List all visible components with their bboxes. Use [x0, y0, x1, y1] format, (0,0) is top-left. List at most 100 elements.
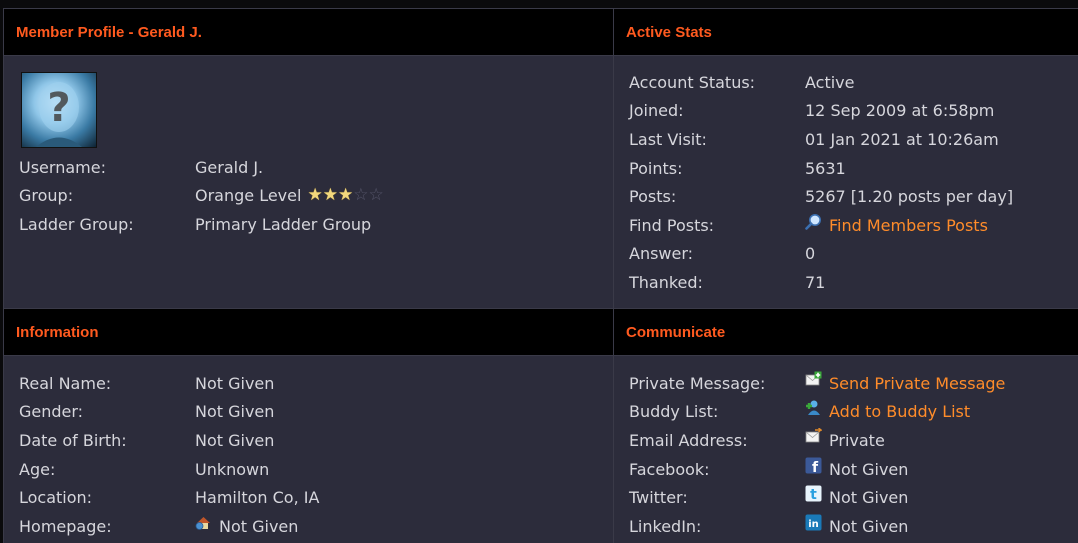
profile-title: Member Profile - Gerald J. [16, 23, 202, 41]
information-header: Information [3, 308, 613, 356]
posts-label: Posts: [629, 187, 677, 207]
age-row: Age: Unknown [19, 455, 319, 484]
username-row: Username: Gerald J. [19, 153, 384, 182]
age-label: Age: [19, 459, 56, 479]
message-plus-icon[interactable] [805, 371, 822, 388]
buddy-list-value-wrap[interactable]: Add to Buddy List [805, 399, 970, 421]
points-label: Points: [629, 158, 683, 178]
last-visit-row: Last Visit: 01 Jan 2021 at 10:26am [629, 125, 1013, 154]
ladder-group-row: Ladder Group: Primary Ladder Group [19, 210, 384, 239]
private-message-value-wrap[interactable]: Send Private Message [805, 371, 1005, 393]
svg-text:f: f [812, 460, 819, 474]
unknown-user-icon: ? [36, 82, 82, 147]
information-rows: Real Name: Not Given Gender: Not Given D… [19, 369, 319, 541]
email-icon [805, 427, 822, 443]
homepage-value-wrap: Not Given [195, 516, 298, 536]
posts-row: Posts: 5267 [1.20 posts per day] [629, 182, 1013, 211]
star-icon: ★ [307, 185, 323, 206]
avatar: ? [21, 72, 97, 148]
group-value-wrap: Orange Level ★ ★ ★ ☆ ☆ [195, 186, 384, 205]
email-address-label: Email Address: [629, 430, 748, 450]
magnifier-icon[interactable] [805, 213, 822, 230]
linkedin-value-wrap: in Not Given [805, 514, 909, 536]
find-posts-row: Find Posts: Find Members Posts [629, 211, 1013, 240]
date-of-birth-label: Date of Birth: [19, 430, 127, 450]
add-to-buddy-list-link[interactable]: Add to Buddy List [829, 402, 970, 421]
profile-grid: Member Profile - Gerald J. Active Stats … [3, 8, 1078, 543]
email-address-value: Private [829, 430, 885, 450]
linkedin-label: LinkedIn: [629, 516, 702, 536]
email-address-value-wrap: Private [805, 427, 885, 450]
real-name-row: Real Name: Not Given [19, 369, 319, 398]
last-visit-value: 01 Jan 2021 at 10:26am [805, 129, 999, 149]
communicate-rows: Private Message: Send Private Message Bu… [629, 369, 1005, 541]
date-of-birth-row: Date of Birth: Not Given [19, 426, 319, 455]
joined-label: Joined: [629, 101, 684, 121]
thanked-label: Thanked: [629, 272, 703, 292]
answer-row: Answer: 0 [629, 240, 1013, 269]
communicate-title: Communicate [626, 323, 726, 341]
account-status-label: Account Status: [629, 72, 756, 92]
stats-title: Active Stats [626, 23, 712, 41]
find-members-posts-link[interactable]: Find Members Posts [829, 216, 988, 235]
private-message-label: Private Message: [629, 373, 766, 393]
facebook-value: Not Given [829, 459, 909, 479]
thanked-value: 71 [805, 272, 826, 292]
location-value: Hamilton Co, IA [195, 488, 320, 508]
real-name-value: Not Given [195, 373, 275, 393]
home-icon [195, 516, 210, 530]
communicate-panel: Private Message: Send Private Message Bu… [613, 356, 1078, 543]
stats-rows: Account Status: Active Joined: 12 Sep 20… [629, 68, 1013, 297]
information-panel: Real Name: Not Given Gender: Not Given D… [3, 356, 613, 543]
thanked-row: Thanked: 71 [629, 268, 1013, 297]
send-private-message-link[interactable]: Send Private Message [829, 374, 1005, 393]
location-row: Location: Hamilton Co, IA [19, 483, 319, 512]
username-label: Username: [19, 157, 106, 177]
date-of-birth-value: Not Given [195, 430, 275, 450]
twitter-row: Twitter: t Not Given [629, 483, 1005, 512]
twitter-label: Twitter: [629, 488, 688, 508]
svg-text:?: ? [47, 85, 70, 131]
ladder-group-value: Primary Ladder Group [195, 214, 372, 234]
account-status-row: Account Status: Active [629, 68, 1013, 97]
communicate-header: Communicate [613, 308, 1078, 356]
linkedin-value: Not Given [829, 516, 909, 536]
linkedin-icon: in [805, 514, 822, 531]
posts-value: 5267 [1.20 posts per day] [805, 187, 1014, 207]
email-address-row: Email Address: Private [629, 426, 1005, 455]
stats-panel: Account Status: Active Joined: 12 Sep 20… [613, 56, 1078, 308]
facebook-icon: f [805, 457, 822, 474]
star-icon: ★ [337, 185, 354, 206]
buddy-list-label: Buddy List: [629, 402, 719, 422]
twitter-value: Not Given [829, 488, 909, 508]
svg-text:t: t [810, 487, 817, 502]
private-message-row: Private Message: Send Private Message [629, 369, 1005, 398]
stats-header: Active Stats [613, 8, 1078, 56]
twitter-icon: t [805, 485, 822, 502]
joined-row: Joined: 12 Sep 2009 at 6:58pm [629, 97, 1013, 126]
gender-value: Not Given [195, 402, 275, 422]
svg-text:in: in [808, 519, 819, 530]
homepage-label: Homepage: [19, 516, 112, 536]
buddy-list-row: Buddy List: Add to Buddy List [629, 398, 1005, 427]
location-label: Location: [19, 488, 93, 508]
answer-label: Answer: [629, 244, 694, 264]
group-label: Group: [19, 186, 74, 206]
username-value: Gerald J. [195, 157, 264, 177]
group-value: Orange Level [195, 186, 302, 206]
facebook-value-wrap: f Not Given [805, 457, 909, 479]
facebook-label: Facebook: [629, 459, 710, 479]
find-posts-value-wrap[interactable]: Find Members Posts [805, 213, 988, 235]
profile-rows: Username: Gerald J. Group: Orange Level … [19, 153, 384, 239]
linkedin-row: LinkedIn: in Not Given [629, 512, 1005, 541]
add-user-icon[interactable] [805, 399, 822, 416]
account-status-value: Active [805, 72, 855, 92]
facebook-row: Facebook: f Not Given [629, 455, 1005, 484]
star-icon: ★ [322, 185, 338, 206]
star-empty-icon: ☆ [353, 185, 369, 206]
gender-row: Gender: Not Given [19, 398, 319, 427]
find-posts-label: Find Posts: [629, 215, 715, 235]
homepage-row: Homepage: Not Given [19, 512, 319, 541]
age-value: Unknown [195, 459, 270, 479]
answer-value: 0 [805, 244, 816, 264]
